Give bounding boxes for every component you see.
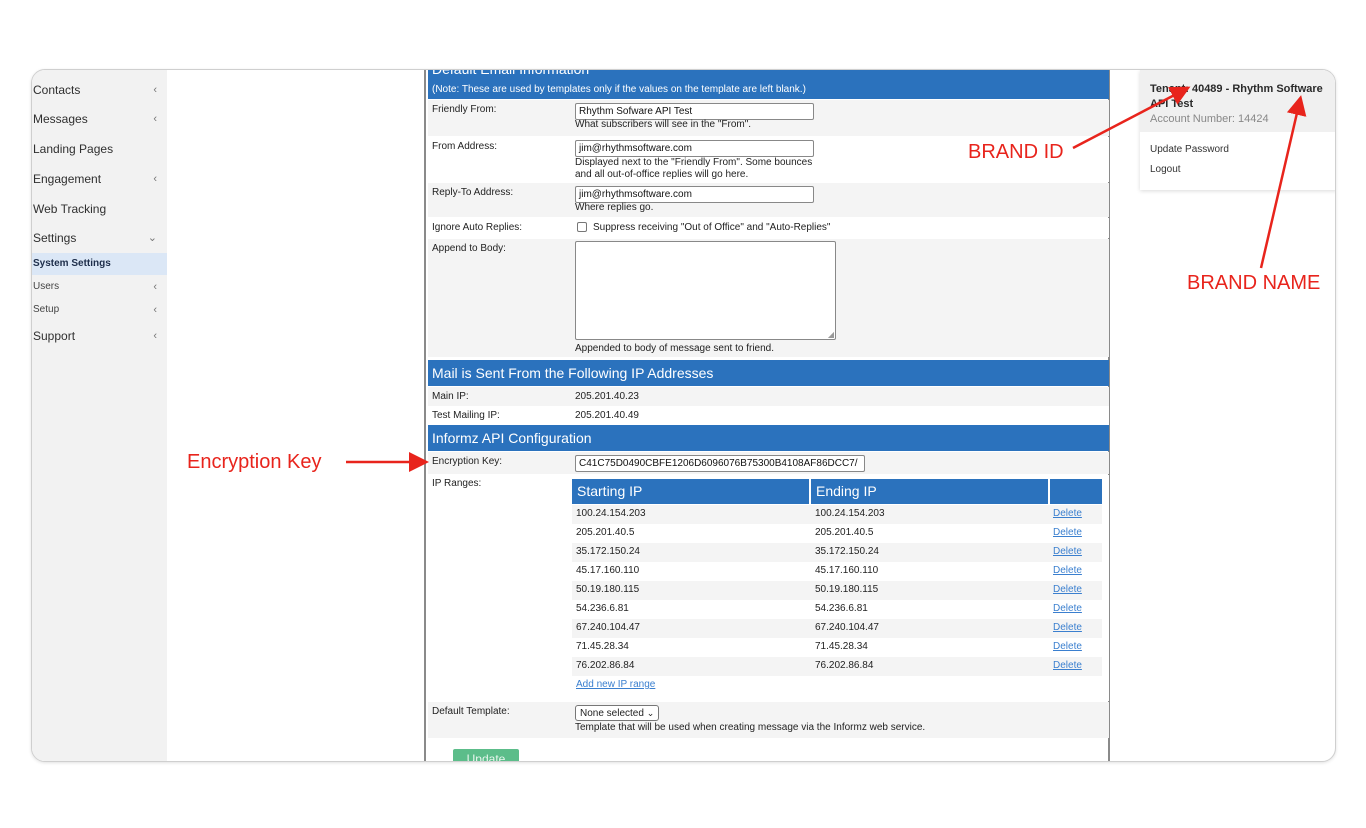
- annotation-arrows: [346, 86, 1307, 472]
- arrow-brand-id: [1072, 86, 1191, 150]
- arrow-brand-name: [1259, 95, 1307, 269]
- screenshot-stage: Contacts ‹ Messages ‹ Landing Pages Engage…: [0, 0, 1366, 828]
